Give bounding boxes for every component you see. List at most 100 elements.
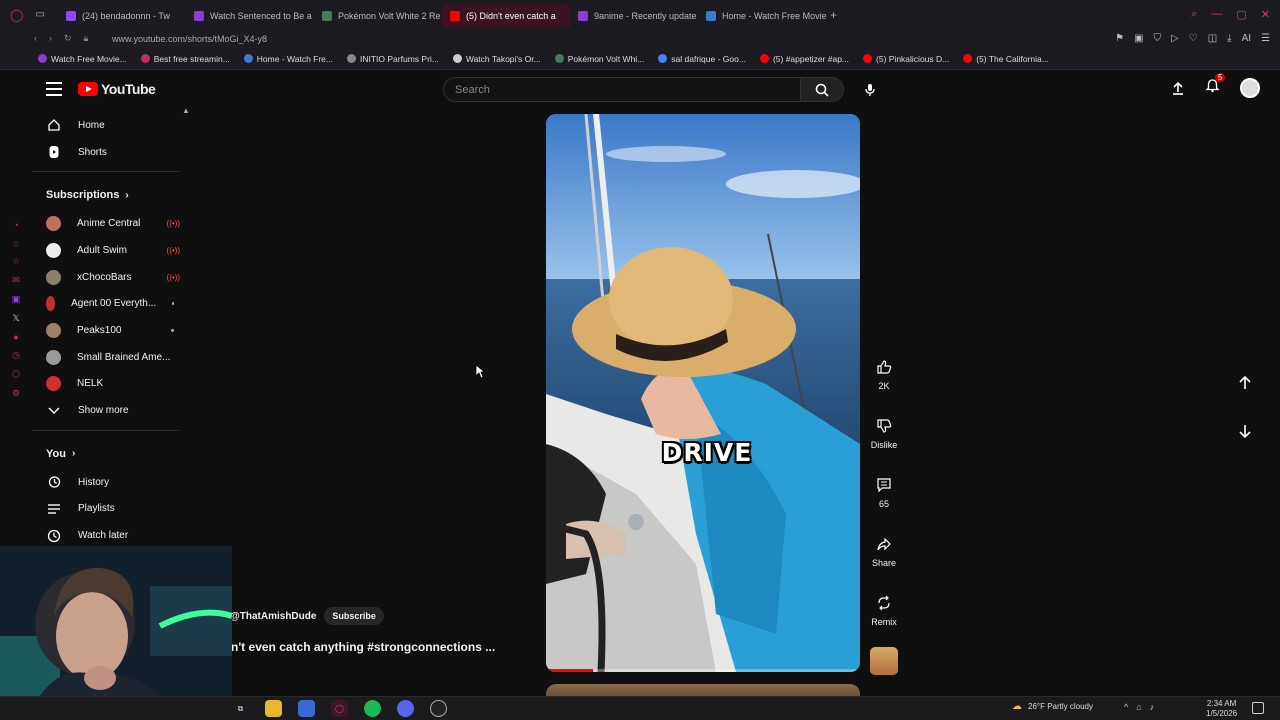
minimize-icon[interactable]: — (1211, 8, 1222, 21)
browser-tab[interactable]: Watch Sentenced to Be a (186, 4, 314, 28)
notifications-button[interactable]: 5 (1205, 73, 1226, 98)
you-heading[interactable]: You › (32, 439, 192, 469)
browser-tab-active[interactable]: (5) Didn't even catch a (442, 3, 570, 28)
bookmark[interactable]: (5) Pinkalicious D... (863, 54, 949, 64)
subscriptions-heading[interactable]: Subscriptions › (32, 180, 192, 210)
browser-controls: ◯ ▭ (0, 8, 58, 22)
upload-icon[interactable] (1171, 81, 1185, 95)
arrow-down-icon[interactable] (1236, 422, 1254, 440)
opera-logo-icon[interactable]: ◯ (10, 8, 23, 22)
new-tab-icon[interactable]: + (830, 8, 837, 22)
extension-icon[interactable]: ⚑ (1115, 33, 1124, 44)
account-avatar[interactable] (1240, 78, 1260, 98)
arrow-up-icon[interactable] (1236, 374, 1254, 392)
store-icon[interactable] (298, 700, 315, 717)
twitch-icon[interactable]: ▣ (12, 294, 21, 305)
like-button[interactable]: 2K (873, 356, 895, 415)
spotify-icon[interactable]: ● (13, 332, 18, 342)
show-more-button[interactable]: Show more (32, 397, 192, 424)
sidebar-subscription[interactable]: Small Brained Ame... (32, 344, 192, 371)
notification-center-icon[interactable] (1252, 702, 1264, 714)
opera-icon[interactable]: ◯ (331, 700, 348, 717)
discord-icon[interactable] (397, 700, 414, 717)
obs-icon[interactable] (430, 700, 447, 717)
sidebar-item-playlists[interactable]: Playlists (32, 496, 192, 523)
search-input[interactable]: Search (443, 77, 801, 102)
subscribe-button[interactable]: Subscribe (324, 607, 384, 625)
sound-thumbnail[interactable] (870, 647, 898, 675)
download-icon[interactable]: ⤓ (1227, 33, 1231, 44)
x-icon[interactable]: 𝕏 (12, 313, 19, 324)
hamburger-menu-icon[interactable] (46, 82, 62, 96)
sidebar-subscription[interactable]: Adult Swim ((•)) (32, 237, 192, 264)
sidebar-subscription[interactable]: Anime Central ((•)) (32, 210, 192, 237)
url-field[interactable]: www.youtube.com/shorts/tMoGi_X4-y8 (108, 34, 267, 44)
maximize-icon[interactable]: ▢ (1236, 8, 1246, 21)
browser-tab[interactable]: Home - Watch Free Movie (698, 4, 826, 28)
wallet-icon[interactable]: ◫ (1208, 33, 1217, 44)
tab-favicon-icon (706, 10, 716, 21)
youtube-logo[interactable]: YouTube (78, 81, 156, 97)
workspace-icon[interactable]: ⌂ (13, 238, 18, 248)
sidebar-item-watch-later[interactable]: Watch later (32, 522, 192, 549)
remix-button[interactable]: Remix (871, 592, 897, 651)
sidebar-item-history[interactable]: History (32, 469, 192, 496)
ai-icon[interactable]: AI (1242, 33, 1251, 44)
share-button[interactable]: Share (872, 533, 896, 592)
spotify-icon[interactable] (364, 700, 381, 717)
forward-icon[interactable]: › (49, 33, 52, 44)
speed-dial-icon[interactable]: ◔ (13, 220, 18, 230)
short-title[interactable]: n't even catch anything #strongconnectio… (231, 640, 495, 654)
taskbar-clock[interactable]: 2:34 AM 1/5/2026 (1206, 699, 1237, 719)
sidebar-subscription[interactable]: Peaks100 (32, 317, 192, 344)
browser-toolbar: ⚑ ▣ ⛉ ▷ ♡ ◫ ⤓ AI ☰ (1115, 33, 1280, 44)
search-button[interactable] (800, 77, 844, 102)
system-tray: ^ ⌂ ♪ (1124, 702, 1154, 712)
task-view-icon[interactable]: ⧉ (232, 700, 249, 717)
bookmarks-icon[interactable]: ☆ (12, 256, 20, 267)
reload-icon[interactable]: ↻ (64, 33, 72, 44)
shield-icon[interactable]: ⛉ (1154, 33, 1162, 44)
bookmark[interactable]: Pokémon Volt Whi... (554, 54, 644, 64)
sidebar-subscription[interactable]: xChocoBars ((•)) (32, 264, 192, 291)
bookmark[interactable]: (5) The California... (963, 54, 1049, 64)
bookmark[interactable]: INITIO Parfums Pri... (347, 54, 439, 64)
bookmark[interactable]: Best free streamin... (140, 54, 230, 64)
bookmark[interactable]: Watch Takopi's Or... (452, 54, 541, 64)
settings-icon[interactable]: ⚙ (12, 388, 20, 399)
browser-tab[interactable]: 9anime - Recently update (570, 4, 698, 28)
comments-button[interactable]: 65 (873, 474, 895, 533)
browser-menu-icon[interactable]: ☰ (1261, 33, 1270, 44)
bookmark[interactable]: (5) #appetizer #ap... (759, 54, 849, 64)
tab-menu-icon[interactable]: ▭ (35, 9, 44, 20)
short-video-player[interactable]: DRIVE (546, 114, 860, 672)
sidebar-item-shorts[interactable]: Shorts (32, 139, 192, 166)
search-tabs-icon[interactable]: ⌕ (1191, 8, 1197, 21)
voice-search-button[interactable] (858, 78, 882, 102)
youtube-sidebar: Home Shorts Subscriptions › Anime Centra… (32, 112, 192, 552)
network-icon[interactable]: ⌂ (1136, 702, 1141, 712)
extensions-icon[interactable]: ⬡ (12, 369, 20, 380)
browser-tab[interactable]: Pokémon Volt White 2 Re (314, 4, 442, 28)
messenger-icon[interactable]: ✉ (12, 275, 20, 286)
bookmark[interactable]: Watch Free Movie... (38, 54, 127, 64)
chevron-up-icon[interactable]: ^ (1124, 702, 1128, 712)
file-explorer-icon[interactable] (265, 700, 282, 717)
back-icon[interactable]: ‹ (34, 33, 37, 44)
history-icon[interactable]: ◷ (12, 350, 20, 361)
channel-handle[interactable]: @ThatAmishDude (230, 611, 316, 622)
bookmark[interactable]: Home - Watch Fre... (243, 54, 333, 64)
volume-icon[interactable]: ♪ (1150, 702, 1155, 712)
sidebar-subscription[interactable]: Agent 00 Everyth... (32, 290, 192, 317)
browser-tab[interactable]: (24) bendadonnn - Tw (58, 4, 186, 28)
weather-widget[interactable]: ☁ 26°F Partly cloudy (1012, 701, 1093, 712)
dislike-button[interactable]: Dislike (871, 415, 897, 474)
video-progress-bar[interactable] (546, 669, 860, 672)
sidebar-item-home[interactable]: Home (32, 112, 192, 139)
bookmark[interactable]: sal dafrique - Goo... (658, 54, 746, 64)
play-icon[interactable]: ▷ (1171, 33, 1179, 44)
close-icon[interactable]: ✕ (1261, 8, 1270, 21)
sidebar-subscription[interactable]: NELK (32, 371, 192, 398)
snapshot-icon[interactable]: ▣ (1134, 33, 1143, 44)
heart-icon[interactable]: ♡ (1189, 33, 1198, 44)
